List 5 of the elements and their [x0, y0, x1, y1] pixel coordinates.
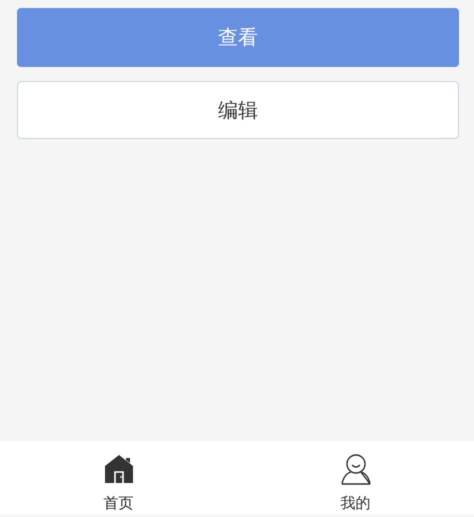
user-icon [340, 452, 372, 486]
edit-button[interactable]: 编辑 [17, 81, 459, 139]
tab[interactable]: 我的 [237, 441, 474, 515]
home-icon [102, 452, 134, 486]
tab[interactable]: 首页 [0, 441, 237, 515]
